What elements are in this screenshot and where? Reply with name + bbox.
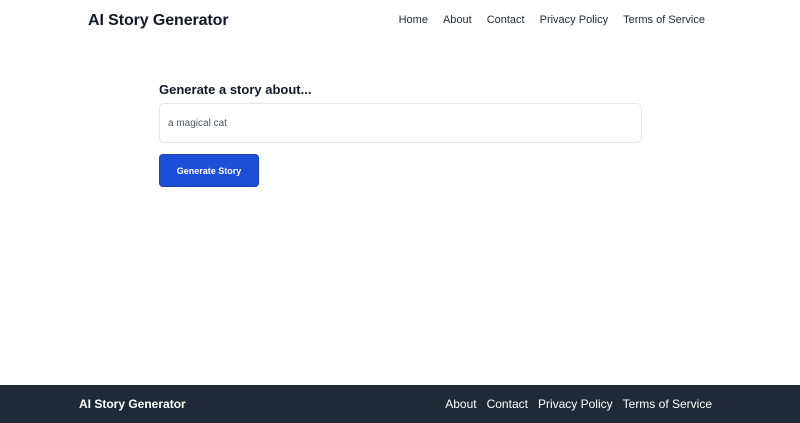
site-header: AI Story Generator Home About Contact Pr… [0,0,800,42]
nav-link-contact[interactable]: Contact [487,14,525,26]
main-nav: Home About Contact Privacy Policy Terms … [399,14,705,26]
generate-story-button[interactable]: Generate Story [159,154,259,187]
story-form: Generate a story about... Generate Story [159,82,642,187]
site-footer: AI Story Generator About Contact Privacy… [0,385,800,423]
page: AI Story Generator Home About Contact Pr… [0,0,800,423]
footer-link-privacy-policy[interactable]: Privacy Policy [538,397,613,411]
site-brand[interactable]: AI Story Generator [88,12,229,30]
story-topic-label: Generate a story about... [159,82,312,97]
footer-nav: About Contact Privacy Policy Terms of Se… [445,397,712,411]
footer-brand: AI Story Generator [79,397,186,411]
nav-link-home[interactable]: Home [399,14,428,26]
story-topic-input[interactable] [159,103,642,143]
footer-link-terms-of-service[interactable]: Terms of Service [623,397,712,411]
nav-link-terms-of-service[interactable]: Terms of Service [623,14,705,26]
nav-link-privacy-policy[interactable]: Privacy Policy [540,14,608,26]
nav-link-about[interactable]: About [443,14,472,26]
footer-link-about[interactable]: About [445,397,476,411]
footer-link-contact[interactable]: Contact [487,397,528,411]
